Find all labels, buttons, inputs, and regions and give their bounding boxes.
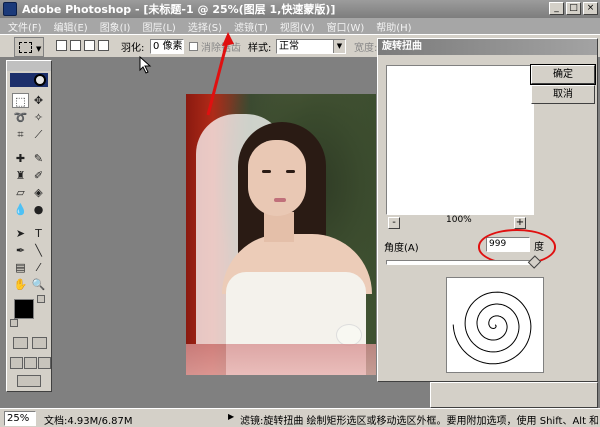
notes-tool-icon[interactable]: ▤: [12, 260, 29, 275]
photoshop-app-icon: [3, 2, 17, 16]
rect-marquee-tool-icon[interactable]: ⬚: [12, 93, 29, 108]
maximize-button[interactable]: □: [566, 2, 581, 15]
menu-bar: 文件(F) 编辑(E) 图象(I) 图层(L) 选择(S) 滤镜(T) 视图(V…: [0, 18, 600, 34]
swap-colors-icon[interactable]: [37, 295, 45, 303]
slice-tool-icon[interactable]: ⟋: [30, 127, 47, 142]
lasso-tool-icon[interactable]: ➰: [12, 110, 29, 125]
foreground-color-swatch[interactable]: [14, 299, 34, 319]
minimize-button[interactable]: _: [549, 2, 564, 15]
healing-brush-tool-icon[interactable]: ✚: [12, 151, 29, 166]
chevron-down-icon: ▼: [333, 40, 345, 53]
pen-tool-icon[interactable]: ✒: [12, 243, 29, 258]
dialog-title[interactable]: 旋转扭曲: [378, 39, 597, 55]
toolbox-grip[interactable]: [7, 61, 51, 71]
menu-filter[interactable]: 滤镜(T): [234, 19, 268, 34]
tool-preset-picker[interactable]: ▼: [14, 37, 44, 57]
angle-slider-track[interactable]: [386, 260, 538, 265]
menu-layer[interactable]: 图层(L): [142, 19, 175, 34]
rect-marquee-icon: [19, 42, 32, 53]
width-label: 宽度:: [354, 43, 378, 54]
close-button[interactable]: ×: [583, 2, 598, 15]
filter-preview[interactable]: [386, 65, 534, 215]
eraser-tool-icon[interactable]: ▱: [12, 185, 29, 200]
dress-flower: [336, 324, 362, 346]
document-canvas[interactable]: [186, 94, 376, 375]
brush-tool-icon[interactable]: ✎: [30, 151, 47, 166]
bride-left-eye: [262, 170, 271, 173]
play-arrow-icon[interactable]: ▶: [228, 412, 234, 421]
style-value: 正常: [279, 41, 299, 52]
path-selection-tool-icon[interactable]: ➤: [12, 226, 29, 241]
title-bar: Adobe Photoshop - [未标题-1 @ 25%(图层 1,快速蒙版…: [0, 0, 600, 18]
ok-button[interactable]: 确定: [530, 64, 596, 85]
blur-tool-icon[interactable]: 💧: [12, 202, 29, 217]
quick-mask-overlay: [186, 344, 376, 375]
zoom-in-button[interactable]: +: [514, 217, 526, 229]
zoom-tool-icon[interactable]: 🔍: [30, 277, 47, 292]
dodge-tool-icon[interactable]: ●: [30, 202, 47, 217]
window-controls: _ □ ×: [549, 2, 598, 15]
menu-view[interactable]: 视图(V): [280, 19, 315, 34]
eye-logo-icon: [34, 74, 46, 86]
default-colors-icon[interactable]: [10, 319, 18, 327]
menu-window[interactable]: 窗口(W): [327, 19, 365, 34]
standard-mode-icon[interactable]: [13, 337, 28, 349]
crop-tool-icon[interactable]: ⌗: [12, 127, 29, 142]
line-tool-icon[interactable]: ╲: [30, 243, 47, 258]
feather-input[interactable]: 0 像素: [150, 39, 184, 54]
jump-to-imageready-icon[interactable]: [17, 375, 41, 387]
window-title: Adobe Photoshop - [未标题-1 @ 25%(图层 1,快速蒙版…: [22, 3, 336, 16]
preview-zoom-level: 100%: [446, 215, 472, 225]
standard-screen-mode-icon[interactable]: [10, 357, 23, 369]
bride-neck: [264, 212, 294, 242]
toolbox: ⬚ ✥ ➰ ✧ ⌗ ⟋ ✚ ✎ ♜ ✐ ▱ ◈ 💧 ● ➤ T ✒ ╲ ▤ ⁄ …: [6, 60, 52, 392]
new-selection-icon[interactable]: [56, 40, 67, 51]
angle-label: 角度(A): [384, 243, 419, 254]
spiral-icon: [452, 291, 532, 365]
paint-bucket-tool-icon[interactable]: ◈: [30, 185, 47, 200]
history-brush-tool-icon[interactable]: ✐: [30, 168, 47, 183]
zoom-out-button[interactable]: -: [388, 217, 400, 229]
menu-help[interactable]: 帮助(H): [376, 19, 411, 34]
clone-stamp-tool-icon[interactable]: ♜: [12, 168, 29, 183]
bride-right-eye: [286, 170, 295, 173]
cancel-button[interactable]: 取消: [531, 85, 595, 104]
intersect-selection-icon[interactable]: [98, 40, 109, 51]
mouse-cursor-icon: [139, 56, 152, 74]
adobe-online-logo[interactable]: [10, 73, 48, 87]
type-tool-icon[interactable]: T: [30, 226, 47, 241]
antialias-checkbox[interactable]: [189, 42, 198, 51]
twirl-dialog: 旋转扭曲 - 100% + 确定 取消 角度(A) 999 度: [377, 38, 598, 382]
style-select[interactable]: 正常 ▼: [276, 39, 346, 54]
menu-image[interactable]: 图象(I): [100, 19, 131, 34]
quick-mask-mode-icon[interactable]: [32, 337, 47, 349]
eyedropper-tool-icon[interactable]: ⁄: [30, 260, 47, 275]
style-label: 样式:: [248, 43, 272, 54]
menu-file[interactable]: 文件(F): [8, 19, 42, 34]
menu-edit[interactable]: 编辑(E): [54, 19, 88, 34]
magic-wand-tool-icon[interactable]: ✧: [30, 110, 47, 125]
status-hint: 滤镜:旋转扭曲 绘制矩形选区或移动选区外框。要用附加选项，使用 Shift、Al…: [240, 416, 598, 427]
feather-label: 羽化:: [121, 43, 145, 54]
subtract-selection-icon[interactable]: [84, 40, 95, 51]
chevron-down-icon: ▼: [36, 45, 42, 53]
hand-tool-icon[interactable]: ✋: [12, 277, 29, 292]
full-screen-mode-icon[interactable]: [38, 357, 51, 369]
status-bar: 25% 文档:4.93M/6.87M ▶ 滤镜:旋转扭曲 绘制矩形选区或移动选区…: [0, 408, 600, 427]
layers-palette-peek: [430, 382, 598, 408]
zoom-level-field[interactable]: 25%: [4, 411, 36, 426]
bride-mouth: [274, 198, 286, 202]
full-screen-menu-mode-icon[interactable]: [24, 357, 37, 369]
annotation-arrow-icon: [206, 32, 234, 116]
add-selection-icon[interactable]: [70, 40, 81, 51]
twirl-preview-swatch: [446, 277, 544, 373]
document-size[interactable]: 文档:4.93M/6.87M: [44, 412, 133, 427]
bride-face: [248, 140, 306, 216]
move-tool-icon[interactable]: ✥: [30, 93, 47, 108]
